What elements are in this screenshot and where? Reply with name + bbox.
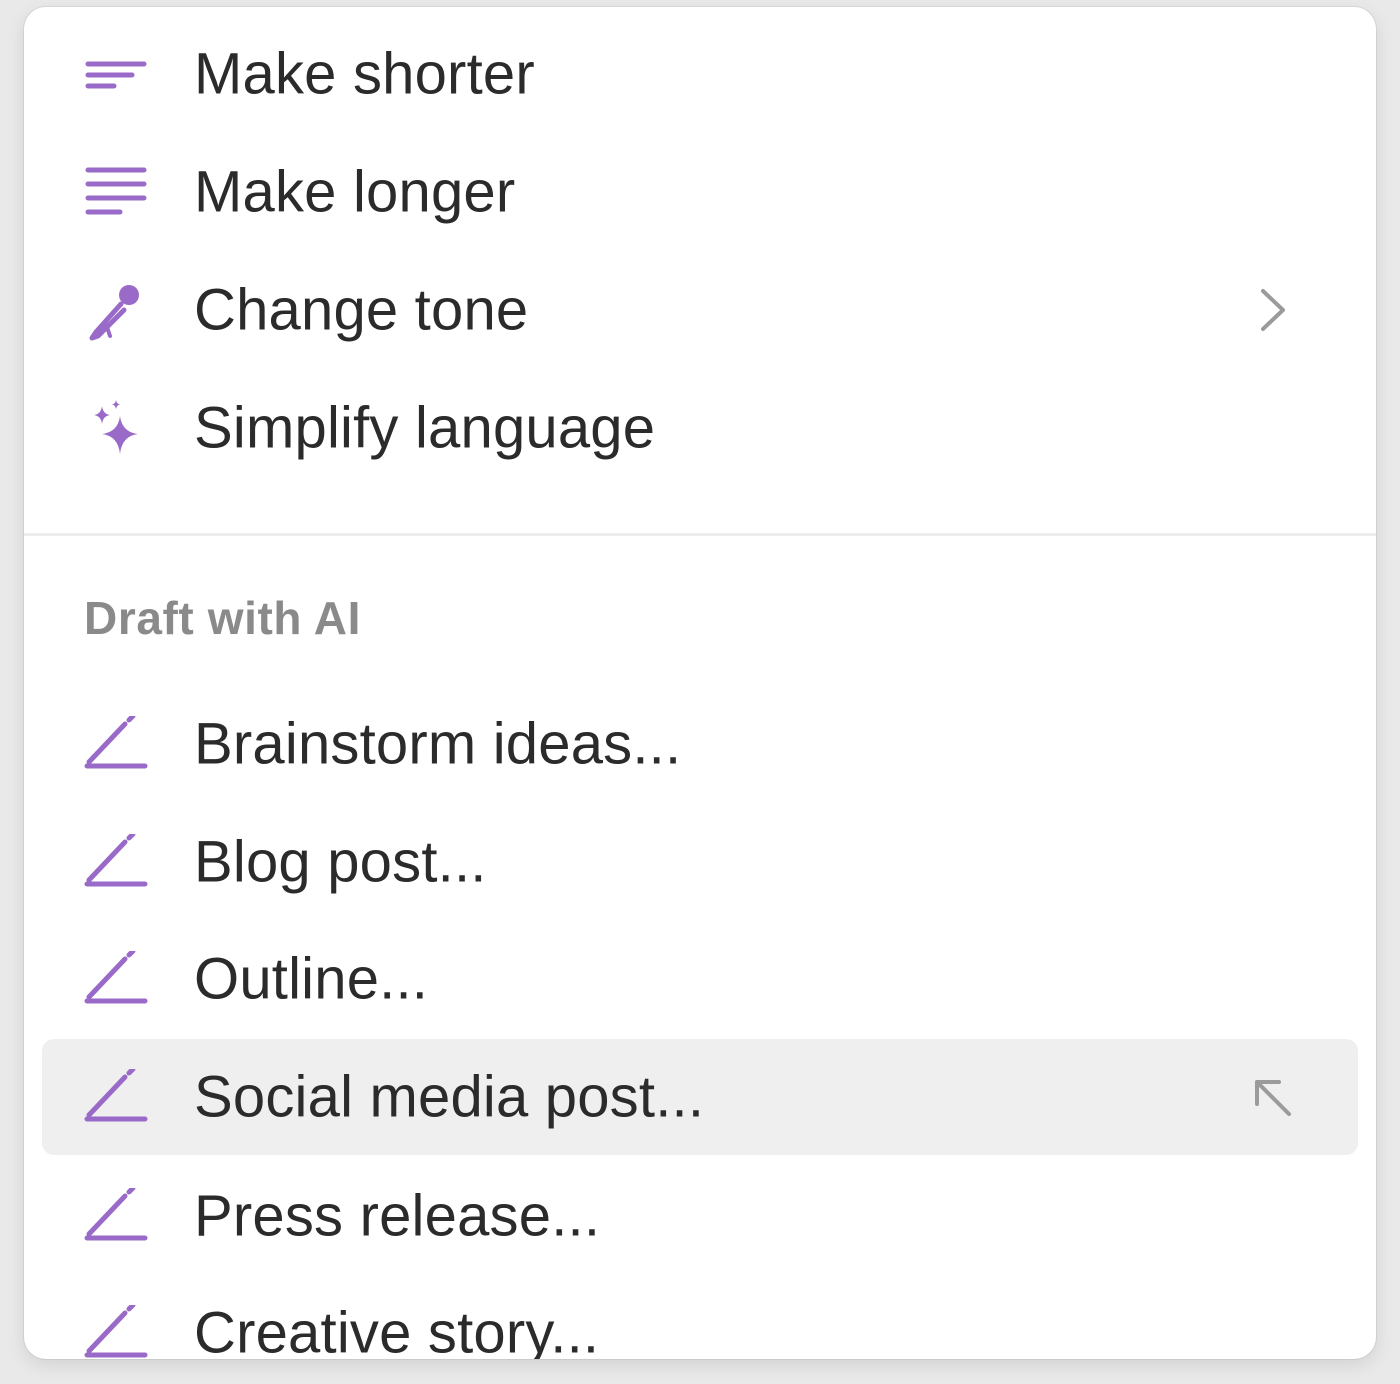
menu-item-label: Simplify language <box>194 395 656 461</box>
menu-item-creative-story[interactable]: Creative story... <box>42 1275 1358 1359</box>
menu-item-label: Outline... <box>194 946 429 1012</box>
arrow-up-left-icon <box>1248 1073 1296 1121</box>
menu-item-social-media-post[interactable]: Social media post... <box>42 1039 1358 1155</box>
menu-item-label: Brainstorm ideas... <box>194 711 682 777</box>
pencil-line-icon <box>82 828 150 896</box>
menu-item-label: Make longer <box>194 159 516 225</box>
long-lines-icon <box>82 158 150 226</box>
menu-item-label: Social media post... <box>194 1064 705 1130</box>
menu-item-brainstorm-ideas[interactable]: Brainstorm ideas... <box>42 686 1358 802</box>
menu-item-press-release[interactable]: Press release... <box>42 1158 1358 1274</box>
microphone-icon <box>82 276 150 344</box>
menu-item-simplify-language[interactable]: Simplify language <box>42 370 1358 486</box>
menu-item-change-tone[interactable]: Change tone <box>42 252 1358 368</box>
menu-divider <box>24 533 1376 536</box>
menu-item-blog-post[interactable]: Blog post... <box>42 804 1358 920</box>
pencil-line-icon <box>82 1299 150 1359</box>
menu-item-label: Make shorter <box>194 41 535 107</box>
pencil-line-icon <box>82 945 150 1013</box>
menu-item-label: Press release... <box>194 1183 601 1249</box>
menu-item-label: Creative story... <box>194 1300 600 1360</box>
menu-item-make-shorter[interactable]: Make shorter <box>42 16 1358 132</box>
pencil-line-icon <box>82 710 150 778</box>
section-header-draft-with-ai: Draft with AI <box>84 592 361 644</box>
pencil-line-icon <box>82 1182 150 1250</box>
menu-item-label: Change tone <box>194 277 529 343</box>
pencil-line-icon <box>82 1063 150 1131</box>
sparkles-icon <box>82 394 150 462</box>
ai-actions-menu: Make shorter Make longer Change tone Sim… <box>24 7 1376 1359</box>
chevron-right-icon <box>1248 286 1296 334</box>
short-lines-icon <box>82 40 150 108</box>
menu-item-make-longer[interactable]: Make longer <box>42 134 1358 250</box>
menu-item-label: Blog post... <box>194 829 487 895</box>
menu-item-outline[interactable]: Outline... <box>42 921 1358 1037</box>
